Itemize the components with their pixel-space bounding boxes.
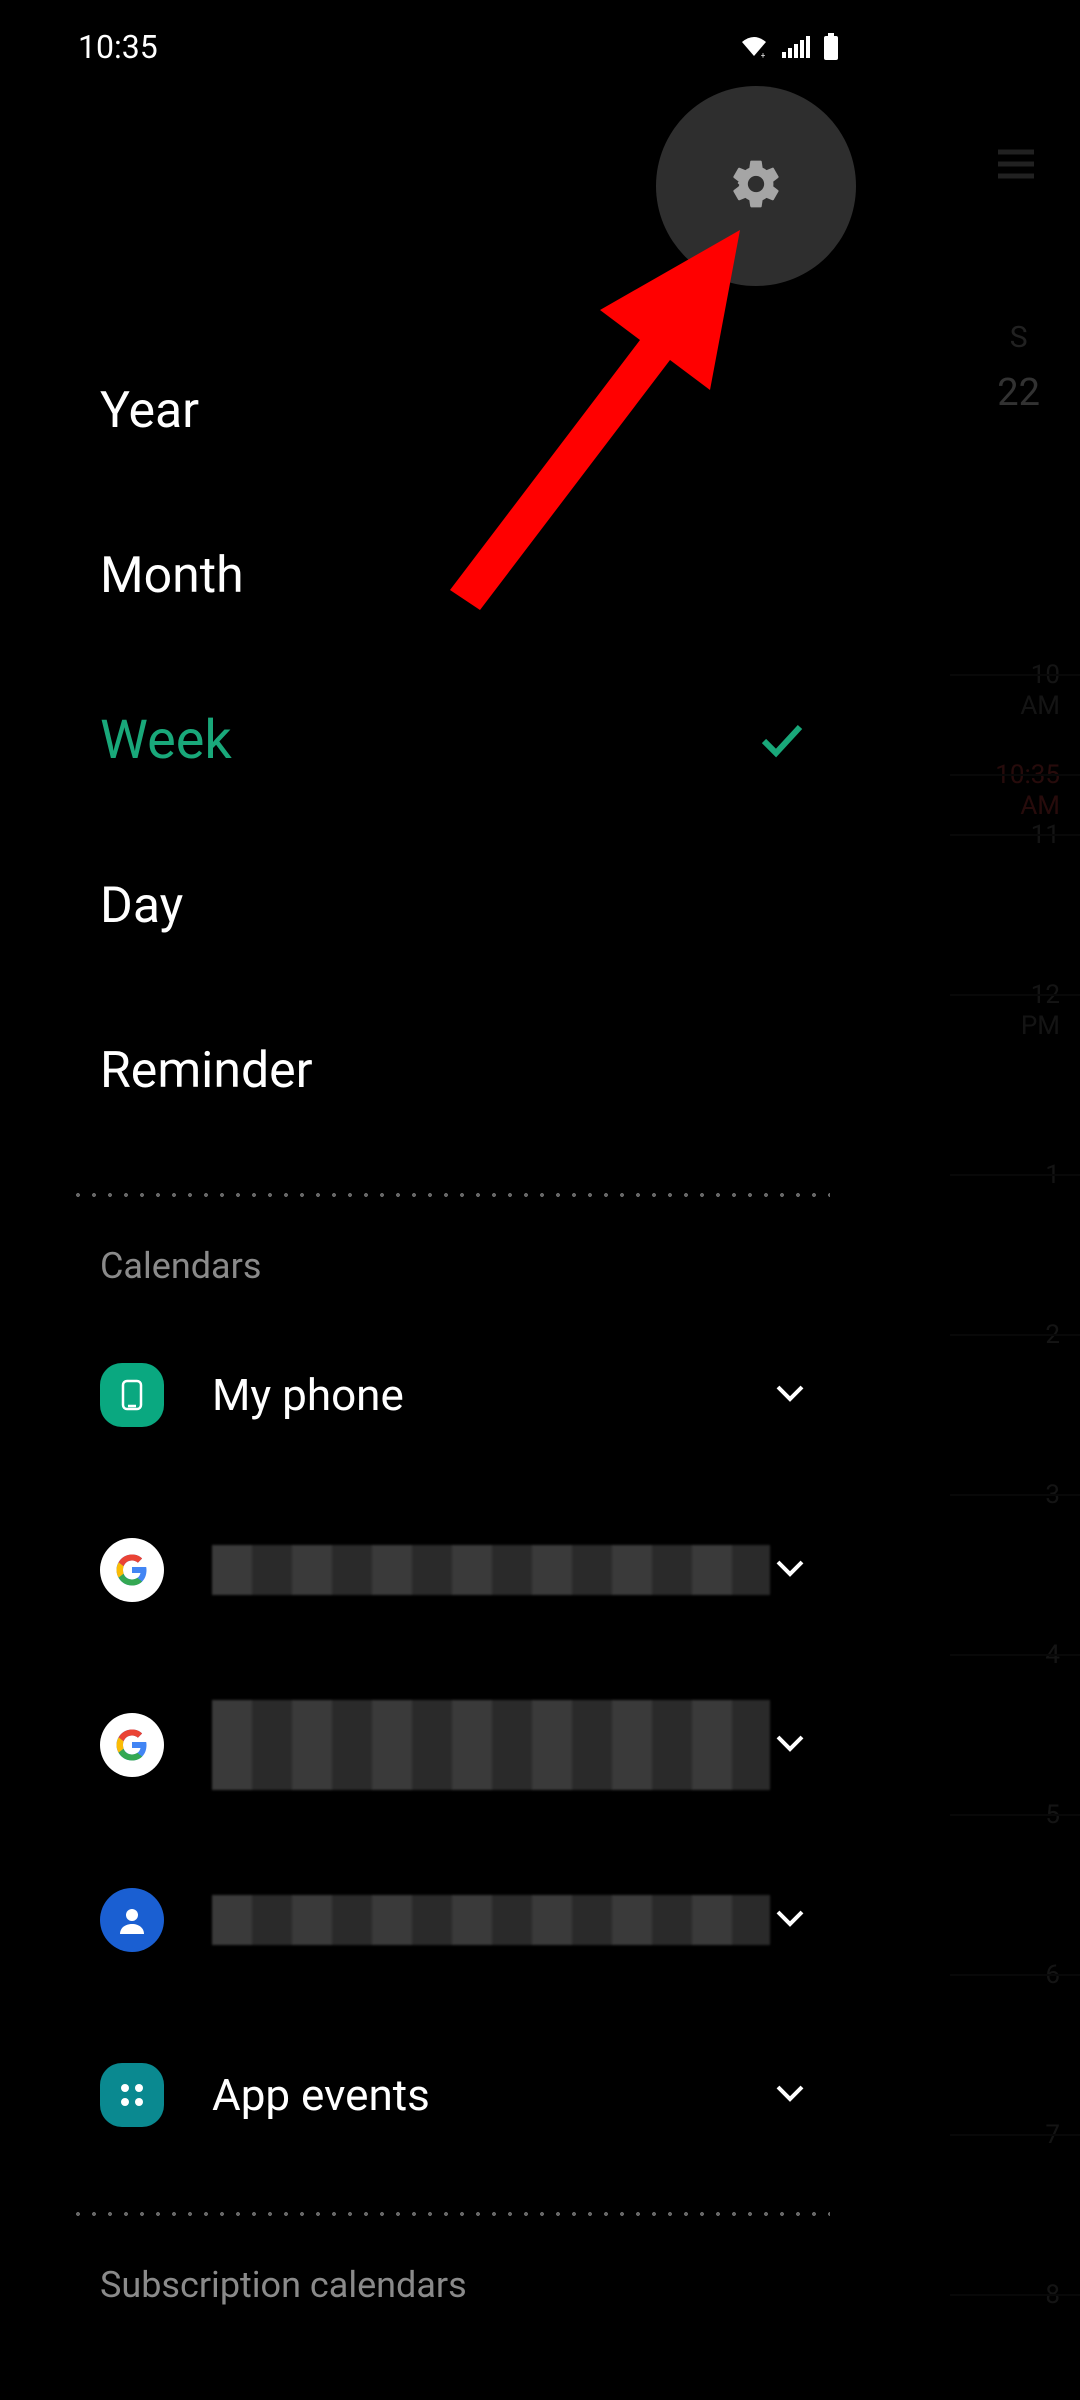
calendar-account-row[interactable] (0, 1832, 900, 2007)
chevron-down-icon[interactable] (770, 1373, 810, 1417)
calendar-account-row[interactable]: App events (0, 2007, 900, 2182)
view-label: Day (100, 877, 183, 935)
calendar-label: App events (212, 2069, 770, 2121)
view-label: Reminder (100, 1042, 313, 1100)
wifi-icon: + (738, 34, 770, 60)
calendar-account-row[interactable]: My phone (0, 1307, 900, 1482)
view-option-day[interactable]: Day (100, 823, 900, 988)
gear-icon (728, 156, 784, 216)
status-time: 10:35 (78, 28, 158, 66)
calendars-section-header: Calendars (0, 1197, 900, 1307)
view-option-week[interactable]: Week (100, 658, 900, 823)
view-option-reminder[interactable]: Reminder (100, 988, 900, 1153)
chevron-down-icon[interactable] (770, 1548, 810, 1592)
calendar-accounts-list: My phone App events (0, 1307, 900, 2182)
calendar-label-redacted (212, 1700, 770, 1790)
battery-icon (822, 33, 840, 61)
phone-icon (100, 1363, 164, 1427)
svg-text:+: + (761, 51, 766, 60)
google-icon (100, 1538, 164, 1602)
drawer-scrim[interactable] (900, 0, 1080, 2400)
view-option-month[interactable]: Month (100, 493, 900, 658)
calendar-account-row[interactable] (0, 1482, 900, 1657)
navigation-drawer: 10:35 + Year Month Week Day Reminder Calenda… (0, 0, 900, 2400)
calendar-label-redacted (212, 1895, 770, 1945)
view-option-year[interactable]: Year (100, 328, 900, 493)
contact-icon (100, 1888, 164, 1952)
calendar-account-row[interactable] (0, 1657, 900, 1832)
settings-button[interactable] (656, 86, 856, 286)
calendar-label-redacted (212, 1545, 770, 1595)
view-label: Year (100, 382, 199, 440)
chevron-down-icon[interactable] (770, 1898, 810, 1942)
status-bar: 10:35 + (0, 0, 900, 78)
appevt-icon (100, 2063, 164, 2127)
calendar-label: My phone (212, 1369, 770, 1421)
check-icon (756, 713, 808, 769)
view-label: Month (100, 547, 244, 605)
subscription-section-header: Subscription calendars (0, 2216, 900, 2326)
chevron-down-icon[interactable] (770, 1723, 810, 1767)
signal-icon (782, 34, 810, 60)
view-label: Week (100, 709, 232, 772)
google-icon (100, 1713, 164, 1777)
chevron-down-icon[interactable] (770, 2073, 810, 2117)
